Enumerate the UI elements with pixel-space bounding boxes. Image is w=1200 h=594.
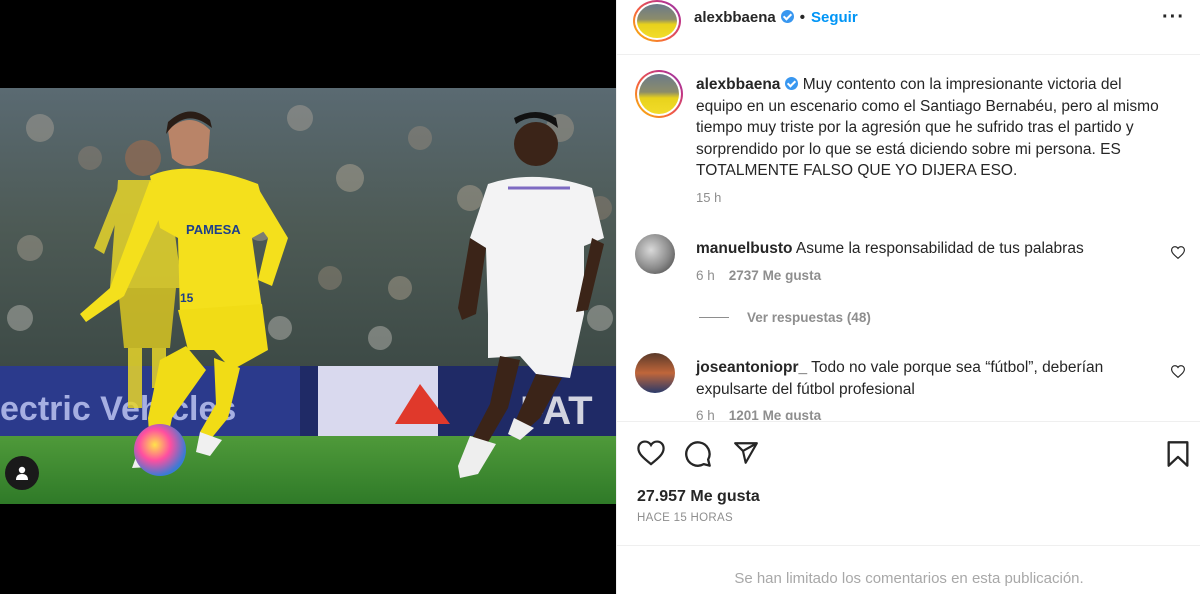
comment-likes[interactable]: 1201 Me gusta (729, 408, 821, 420)
comment-meta: 6 h 2737 Me gusta (696, 268, 821, 283)
likes-count[interactable]: 27.957 Me gusta (637, 488, 760, 506)
heart-icon (1170, 246, 1186, 260)
comment-text: manuelbusto Asume la responsabilidad de … (696, 238, 1136, 260)
author-username[interactable]: alexbbaena (694, 9, 776, 26)
bookmark-icon (1167, 441, 1189, 467)
comment-like-button[interactable] (1170, 365, 1186, 383)
comment-username[interactable]: manuelbusto (696, 240, 792, 257)
commenter-avatar[interactable] (635, 234, 675, 274)
caption-username[interactable]: alexbbaena (696, 76, 780, 93)
football (134, 424, 186, 476)
comment-time[interactable]: 6 h (696, 268, 715, 283)
tagged-users-button[interactable] (5, 456, 39, 490)
commenter-avatar[interactable] (635, 353, 675, 393)
shirt-number: 15 (180, 291, 194, 305)
share-icon (734, 442, 758, 464)
heart-icon (1170, 365, 1186, 379)
post-header-line: alexbbaena • Seguir (694, 9, 858, 27)
limited-comments-notice: Se han limitado los comentarios en esta … (734, 570, 1084, 587)
author-avatar[interactable] (633, 0, 681, 42)
post-actions: 27.957 Me gusta HACE 15 HORAS (617, 421, 1200, 545)
comment-meta: 6 h 1201 Me gusta (696, 408, 821, 420)
view-replies-label[interactable]: Ver respuestas (48) (747, 310, 871, 325)
verified-icon (785, 77, 799, 90)
separator-dot: • (799, 9, 805, 26)
post-detail-panel: alexbbaena • Seguir ··· alexbbaena Muy con… (616, 0, 1200, 594)
save-button[interactable] (1166, 440, 1190, 473)
follow-button[interactable]: Seguir (811, 9, 858, 26)
replies-divider (699, 317, 729, 318)
comment-likes[interactable]: 2737 Me gusta (729, 268, 821, 283)
caption-text: alexbbaena Muy contento con la impresion… (696, 74, 1166, 182)
comment-like-button[interactable] (1170, 246, 1186, 264)
comments-list[interactable]: alexbbaena Muy contento con la impresion… (617, 56, 1200, 420)
comment-text: joseantoniopr_ Todo no vale porque sea “… (696, 357, 1136, 400)
comment-time[interactable]: 6 h (696, 408, 715, 420)
more-options-icon[interactable]: ··· (1162, 6, 1185, 29)
comment-username[interactable]: joseantoniopr_ (696, 359, 807, 376)
share-button[interactable] (732, 440, 760, 471)
caption-avatar[interactable] (635, 70, 683, 118)
post-media[interactable]: ectric Vehicles FAT PAMESA 15 (0, 0, 616, 594)
comment-body: Asume la responsabilidad de tus palabras (795, 240, 1084, 257)
post-time[interactable]: HACE 15 HORAS (637, 512, 733, 524)
comment-icon (685, 441, 711, 467)
post-photo[interactable]: ectric Vehicles FAT PAMESA 15 (0, 88, 616, 504)
comment-box-area: Se han limitado los comentarios en esta … (617, 545, 1200, 594)
shirt-sponsor: PAMESA (186, 222, 241, 237)
like-button[interactable] (637, 440, 665, 471)
post-header: alexbbaena • Seguir ··· (617, 0, 1200, 55)
verified-icon (780, 10, 794, 23)
caption-time[interactable]: 15 h (696, 190, 721, 205)
ad-board-text-left: ectric Vehicles (0, 390, 236, 428)
tag-user-icon (16, 466, 28, 480)
heart-icon (637, 440, 665, 466)
comment-button[interactable] (684, 440, 712, 473)
view-replies-button[interactable]: Ver respuestas (48) (699, 310, 871, 325)
football-match-photo: ectric Vehicles FAT PAMESA 15 (0, 88, 616, 504)
